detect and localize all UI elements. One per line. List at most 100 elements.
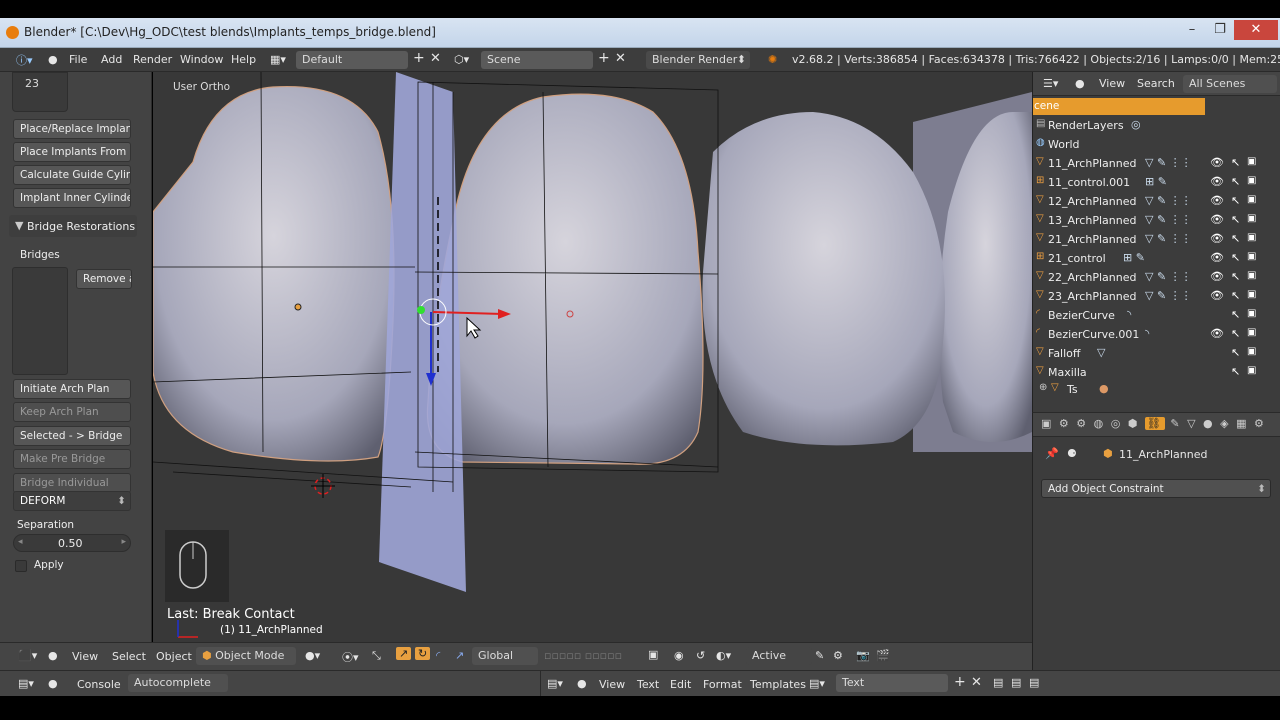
select-arrow-icon[interactable]: ↖: [1231, 232, 1240, 245]
bridges-list[interactable]: [12, 267, 68, 375]
close-button[interactable]: ✕: [1234, 20, 1278, 40]
select-arrow-icon[interactable]: ↖: [1231, 270, 1240, 283]
text-menu-templates[interactable]: Templates: [750, 678, 806, 691]
screen-layout-field[interactable]: Default: [296, 51, 408, 69]
line-numbers-toggle[interactable]: ▤: [993, 676, 1003, 689]
initiate-arch-plan-button[interactable]: Initiate Arch Plan: [13, 379, 131, 399]
translate-manipulator-icon[interactable]: ↗: [396, 647, 412, 660]
render-camera-icon[interactable]: ▣: [1247, 365, 1256, 376]
bridge-restorations-panel-header[interactable]: ▼ Bridge Restorations: [9, 215, 137, 237]
implant-inner-cylinders-button[interactable]: Implant Inner Cylinders: [13, 188, 131, 208]
visibility-eye-icon[interactable]: 👁: [1210, 289, 1224, 302]
select-arrow-icon[interactable]: ↖: [1231, 156, 1240, 169]
minimize-button[interactable]: –: [1178, 20, 1206, 40]
render-camera-icon[interactable]: ▣: [1247, 308, 1256, 319]
calculate-guide-button[interactable]: Calculate Guide Cylind: [13, 165, 131, 185]
editor-type-icon[interactable]: ⬛▾: [18, 649, 37, 662]
render-camera-icon[interactable]: ▣: [1247, 232, 1256, 243]
y-axis-handle[interactable]: [417, 306, 425, 314]
outliner-row-object[interactable]: ⊞ 11_control.001 ⊞ ✎ 👁 ↖ ▣: [1033, 173, 1280, 192]
opengl-animation-icon[interactable]: 🎬: [876, 649, 890, 662]
text-block-field[interactable]: Text: [836, 674, 948, 692]
collapse-menu-icon[interactable]: ●: [1075, 77, 1085, 90]
select-arrow-icon[interactable]: ↖: [1231, 289, 1240, 302]
properties-context-tabs[interactable]: ▣ ⚙ ⚙ ◍ ◎ ⬢ ⛓ ✎ ▽ ● ◈ ▦ ⚙: [1041, 417, 1266, 430]
outliner-row-object[interactable]: ▽ 11_ArchPlanned ▽ ✎ ⋮⋮ 👁 ↖ ▣: [1033, 154, 1280, 173]
outliner-row-object[interactable]: ◜ BezierCurve ◝ ↖ ▣: [1033, 306, 1280, 325]
pin-icon[interactable]: 📌: [1045, 447, 1059, 460]
scene-row[interactable]: cene: [1033, 98, 1205, 115]
delete-layout-button[interactable]: ✕: [430, 51, 441, 66]
visibility-eye-icon[interactable]: 👁: [1210, 194, 1224, 207]
lock-layers-icon[interactable]: ▣: [648, 648, 658, 661]
collapse-menu-icon[interactable]: ●: [48, 677, 58, 690]
add-layout-button[interactable]: +: [413, 50, 425, 66]
select-arrow-icon[interactable]: ↖: [1231, 213, 1240, 226]
screen-layout-icon[interactable]: ▦▾: [270, 53, 286, 66]
outliner-row-object[interactable]: ▽ 21_ArchPlanned ▽ ✎ ⋮⋮ 👁 ↖ ▣: [1033, 230, 1280, 249]
collapse-menu-icon[interactable]: ●: [577, 677, 587, 690]
display-mode-select[interactable]: All Scenes: [1183, 75, 1277, 93]
viewport-shading-icon[interactable]: ●▾: [305, 649, 320, 662]
editor-type-icon[interactable]: ⓘ▾: [16, 52, 33, 68]
render-preview-icon[interactable]: ⚙: [833, 649, 843, 662]
menu-select[interactable]: Select: [112, 650, 146, 663]
add-scene-button[interactable]: +: [598, 50, 610, 66]
viewport-scene[interactable]: [153, 72, 1032, 642]
list-box[interactable]: 23: [12, 72, 68, 112]
bridge-individual-button[interactable]: Bridge Individual: [13, 473, 131, 493]
text-menu-view[interactable]: View: [599, 678, 625, 691]
outliner-row-object[interactable]: ▽ 13_ArchPlanned ▽ ✎ ⋮⋮ 👁 ↖ ▣: [1033, 211, 1280, 230]
menu-render[interactable]: Render: [133, 53, 172, 66]
autocomplete-button[interactable]: Autocomplete: [128, 674, 228, 692]
scene-icon[interactable]: ⬡▾: [454, 53, 469, 66]
render-camera-icon[interactable]: ▣: [1247, 346, 1256, 357]
outliner-row-object[interactable]: ▽ 12_ArchPlanned ▽ ✎ ⋮⋮ 👁 ↖ ▣: [1033, 192, 1280, 211]
console-editor-type-icon[interactable]: ▤▾: [18, 677, 34, 690]
menu-window[interactable]: Window: [180, 53, 223, 66]
apply-checkbox[interactable]: [15, 560, 27, 572]
render-camera-icon[interactable]: ▣: [1247, 270, 1256, 281]
visibility-eye-icon[interactable]: 👁: [1210, 327, 1224, 340]
render-camera-icon[interactable]: ▣: [1247, 251, 1256, 262]
outliner-search-menu[interactable]: Search: [1137, 77, 1175, 90]
outliner-row-world[interactable]: ◍ World: [1033, 135, 1280, 154]
console-menu[interactable]: Console: [77, 678, 121, 691]
text-block-icon[interactable]: ▤▾: [809, 677, 825, 690]
constraints-tab-icon[interactable]: ⛓: [1144, 417, 1165, 430]
visibility-eye-icon[interactable]: 👁: [1210, 156, 1224, 169]
decrement-arrow-icon[interactable]: ◂: [18, 537, 23, 547]
text-menu-text[interactable]: Text: [637, 678, 659, 691]
outliner-row-object[interactable]: ▽ Falloff ▽ ↖ ▣: [1033, 344, 1280, 363]
selected-to-bridge-button[interactable]: Selected - > Bridge: [13, 426, 131, 446]
menu-help[interactable]: Help: [231, 53, 256, 66]
visibility-eye-icon[interactable]: 👁: [1210, 270, 1224, 283]
3d-viewport[interactable]: User Ortho Last: Break Contact (1) 11_Ar…: [153, 72, 1032, 642]
menu-object[interactable]: Object: [156, 650, 192, 663]
outliner-editor-icon[interactable]: ☰▾: [1043, 77, 1058, 90]
separation-slider[interactable]: ◂ 0.50 ▸: [13, 534, 131, 552]
keep-arch-plan-button[interactable]: Keep Arch Plan: [13, 402, 131, 422]
scale-manipulator-icon[interactable]: ◜: [436, 649, 440, 662]
rotate-manipulator-icon[interactable]: ↻: [415, 647, 431, 660]
new-text-button[interactable]: +: [954, 674, 966, 690]
collapse-menu-icon[interactable]: ●: [48, 53, 58, 66]
proportional-edit-icon[interactable]: ◉: [674, 649, 684, 662]
layer-buttons[interactable]: ▫▫▫▫▫ ▫▫▫▫▫: [544, 649, 622, 662]
manipulator-toggle-icon[interactable]: ⤡: [372, 649, 381, 663]
expand-icon[interactable]: ⊕: [1039, 383, 1049, 393]
scene-field[interactable]: Scene: [481, 51, 593, 69]
render-camera-icon[interactable]: ▣: [1247, 194, 1256, 205]
maximize-button[interactable]: ❐: [1206, 20, 1234, 40]
transform-icon[interactable]: ↗: [455, 649, 464, 662]
outliner-row-object[interactable]: ▽ 23_ArchPlanned ▽ ✎ ⋮⋮ 👁 ↖ ▣: [1033, 287, 1280, 306]
select-arrow-icon[interactable]: ↖: [1231, 175, 1240, 188]
pivot-icon[interactable]: ⦿▾: [342, 649, 359, 665]
select-arrow-icon[interactable]: ↖: [1231, 308, 1240, 321]
outliner-view-menu[interactable]: View: [1099, 77, 1125, 90]
outliner-row-object[interactable]: ⊞ 21_control ⊞ ✎ 👁 ↖ ▣: [1033, 249, 1280, 268]
place-implants-button[interactable]: Place Implants From Cr: [13, 142, 131, 162]
place-replace-implant-button[interactable]: Place/Replace Implant: [13, 119, 131, 139]
make-pre-bridge-button[interactable]: Make Pre Bridge: [13, 449, 131, 469]
snap-icon[interactable]: ↺: [696, 649, 705, 662]
